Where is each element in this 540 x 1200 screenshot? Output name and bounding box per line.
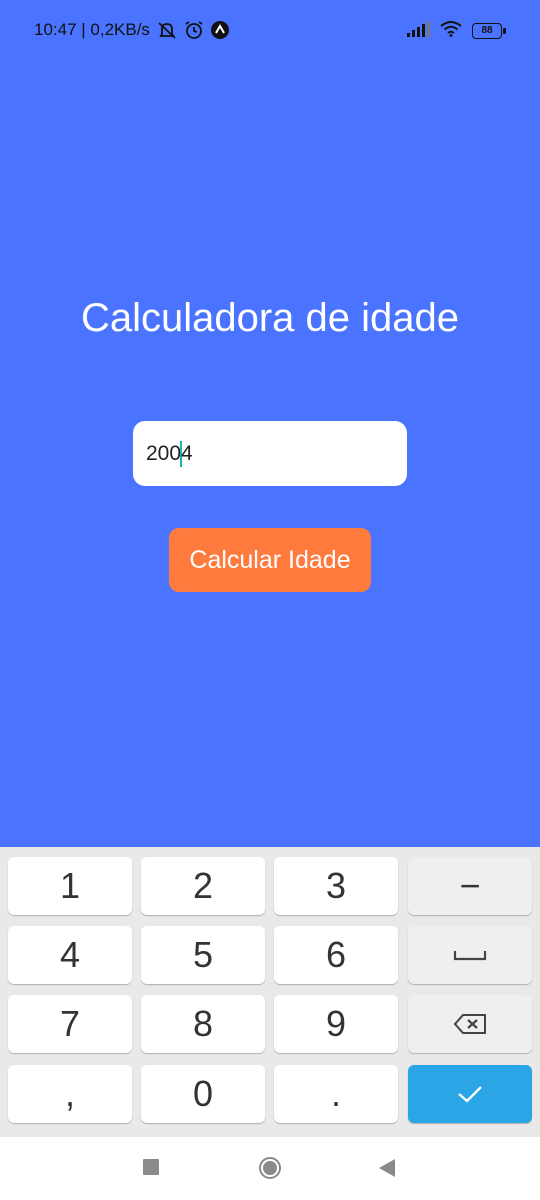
navigation-bar bbox=[0, 1137, 540, 1200]
key-7[interactable]: 7 bbox=[8, 995, 132, 1053]
backspace-icon bbox=[453, 1014, 486, 1034]
key-space[interactable] bbox=[408, 926, 532, 984]
status-right: 88 bbox=[406, 20, 506, 42]
key-9[interactable]: 9 bbox=[274, 995, 398, 1053]
alarm-icon bbox=[184, 20, 204, 40]
year-input[interactable]: 200 4 bbox=[133, 421, 407, 486]
back-icon bbox=[379, 1159, 395, 1177]
key-5[interactable]: 5 bbox=[141, 926, 265, 984]
app-notification-icon bbox=[210, 20, 230, 40]
key-3[interactable]: 3 bbox=[274, 857, 398, 915]
key-backspace[interactable] bbox=[408, 995, 532, 1053]
input-text-after-cursor: 4 bbox=[181, 441, 193, 465]
key-2[interactable]: 2 bbox=[141, 857, 265, 915]
key-minus[interactable]: − bbox=[408, 857, 532, 915]
back-button[interactable] bbox=[378, 1158, 396, 1178]
key-comma[interactable]: , bbox=[8, 1065, 132, 1123]
key-1[interactable]: 1 bbox=[8, 857, 132, 915]
key-0[interactable]: 0 bbox=[141, 1065, 265, 1123]
calculate-age-button[interactable]: Calcular Idade bbox=[169, 528, 371, 592]
battery-icon: 88 bbox=[472, 23, 506, 39]
space-icon bbox=[453, 951, 487, 961]
recents-button[interactable] bbox=[142, 1158, 160, 1176]
check-icon bbox=[458, 1086, 482, 1103]
status-left: 10:47 | 0,2KB/s bbox=[34, 20, 230, 40]
home-icon bbox=[259, 1157, 281, 1179]
wifi-icon bbox=[440, 20, 462, 42]
signal-icon bbox=[406, 20, 430, 42]
key-period[interactable]: . bbox=[274, 1065, 398, 1123]
key-done[interactable] bbox=[408, 1065, 532, 1123]
status-bar: 10:47 | 0,2KB/s 88 bbox=[0, 0, 540, 60]
status-time-speed: 10:47 | 0,2KB/s bbox=[34, 20, 150, 39]
numeric-keyboard: 1 2 3 − 4 5 6 7 8 9 , 0 . bbox=[0, 847, 540, 1137]
mute-icon bbox=[156, 21, 178, 39]
key-6[interactable]: 6 bbox=[274, 926, 398, 984]
key-8[interactable]: 8 bbox=[141, 995, 265, 1053]
key-4[interactable]: 4 bbox=[8, 926, 132, 984]
page-title: Calculadora de idade bbox=[80, 296, 460, 340]
home-button[interactable] bbox=[258, 1156, 282, 1180]
input-text-before-cursor: 200 bbox=[146, 441, 182, 465]
recents-icon bbox=[143, 1159, 159, 1175]
